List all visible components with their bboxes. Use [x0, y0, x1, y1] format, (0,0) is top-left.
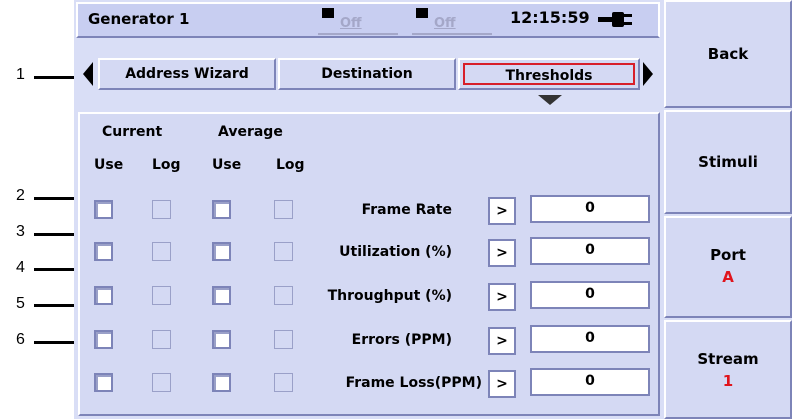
threshold-value: 0 — [585, 373, 595, 389]
threshold-value: 0 — [585, 286, 595, 302]
current-use-checkbox[interactable] — [94, 330, 113, 349]
row-label-utilization: Utilization (%) — [339, 244, 452, 260]
average-use-checkbox[interactable] — [212, 200, 231, 219]
callout-5: 5 — [16, 295, 25, 312]
arrow-label: > — [496, 289, 508, 305]
port-led-icon-2 — [416, 8, 428, 18]
back-button[interactable]: Back — [664, 0, 792, 108]
edit-arrow-button[interactable]: > — [488, 239, 516, 267]
column-header-log: Log — [152, 157, 181, 173]
column-header-use: Use — [94, 157, 124, 173]
clock: 12:15:59 — [510, 8, 590, 27]
status-underline-2 — [412, 33, 492, 35]
current-use-checkbox[interactable] — [94, 286, 113, 305]
status-off-1: Off — [340, 16, 362, 31]
threshold-value-field[interactable]: 0 — [530, 237, 650, 265]
tab-thresholds[interactable]: Thresholds — [458, 58, 640, 90]
threshold-value-field[interactable]: 0 — [530, 195, 650, 223]
column-header-log: Log — [276, 157, 305, 173]
edit-arrow-button[interactable]: > — [488, 370, 516, 398]
threshold-value: 0 — [585, 242, 595, 258]
callout-6: 6 — [16, 331, 25, 348]
current-log-checkbox[interactable] — [152, 330, 171, 349]
callout-1: 1 — [16, 66, 25, 83]
tab-dropdown-icon[interactable] — [536, 94, 564, 106]
port-label: Port — [710, 246, 746, 264]
stimuli-label: Stimuli — [698, 153, 758, 171]
tab-scroll-right-icon[interactable] — [642, 60, 654, 88]
status-underline-1 — [318, 33, 398, 35]
generator-title: Generator 1 — [88, 10, 190, 28]
edit-arrow-button[interactable]: > — [488, 197, 516, 225]
row-label-errors: Errors (PPM) — [351, 332, 452, 348]
plug-pin — [624, 14, 632, 17]
tab-label: Thresholds — [505, 68, 593, 84]
current-use-checkbox[interactable] — [94, 373, 113, 392]
average-use-checkbox[interactable] — [212, 373, 231, 392]
plug-head — [612, 12, 624, 27]
average-log-checkbox[interactable] — [274, 373, 293, 392]
arrow-label: > — [496, 376, 508, 392]
current-log-checkbox[interactable] — [152, 242, 171, 261]
current-use-checkbox[interactable] — [94, 200, 113, 219]
stimuli-button[interactable]: Stimuli — [664, 110, 792, 214]
tab-address-wizard[interactable]: Address Wizard — [98, 58, 276, 90]
average-use-checkbox[interactable] — [212, 330, 231, 349]
status-off-2: Off — [434, 16, 456, 31]
column-header-average: Average — [218, 124, 283, 140]
edit-arrow-button[interactable]: > — [488, 327, 516, 355]
arrow-label: > — [496, 203, 508, 219]
tab-label: Destination — [321, 66, 413, 82]
tab-label: Address Wizard — [125, 66, 249, 82]
stream-button[interactable]: Stream 1 — [664, 320, 792, 419]
row-label-frame-rate: Frame Rate — [361, 202, 452, 218]
back-label: Back — [707, 45, 749, 63]
stream-value: 1 — [722, 372, 734, 390]
average-use-checkbox[interactable] — [212, 286, 231, 305]
row-label-throughput: Throughput (%) — [327, 288, 452, 304]
average-use-checkbox[interactable] — [212, 242, 231, 261]
threshold-value: 0 — [585, 200, 595, 216]
port-button[interactable]: Port A — [664, 216, 792, 318]
current-log-checkbox[interactable] — [152, 200, 171, 219]
threshold-value-field[interactable]: 0 — [530, 281, 650, 309]
threshold-value-field[interactable]: 0 — [530, 368, 650, 396]
current-log-checkbox[interactable] — [152, 373, 171, 392]
tab-scroll-left-icon[interactable] — [82, 60, 94, 88]
callout-3: 3 — [16, 223, 25, 240]
port-led-icon — [322, 8, 334, 18]
plug-pin — [624, 22, 632, 25]
tab-destination[interactable]: Destination — [278, 58, 456, 90]
port-value: A — [722, 268, 734, 286]
arrow-label: > — [496, 333, 508, 349]
current-use-checkbox[interactable] — [94, 242, 113, 261]
threshold-value: 0 — [585, 330, 595, 346]
current-log-checkbox[interactable] — [152, 286, 171, 305]
column-header-use: Use — [212, 157, 242, 173]
callout-2: 2 — [16, 187, 25, 204]
threshold-value-field[interactable]: 0 — [530, 325, 650, 353]
callout-4: 4 — [16, 259, 25, 276]
arrow-label: > — [496, 245, 508, 261]
column-header-current: Current — [102, 124, 163, 140]
row-label-frame-loss: Frame Loss(PPM) — [345, 375, 482, 391]
stream-label: Stream — [697, 350, 759, 368]
edit-arrow-button[interactable]: > — [488, 283, 516, 311]
